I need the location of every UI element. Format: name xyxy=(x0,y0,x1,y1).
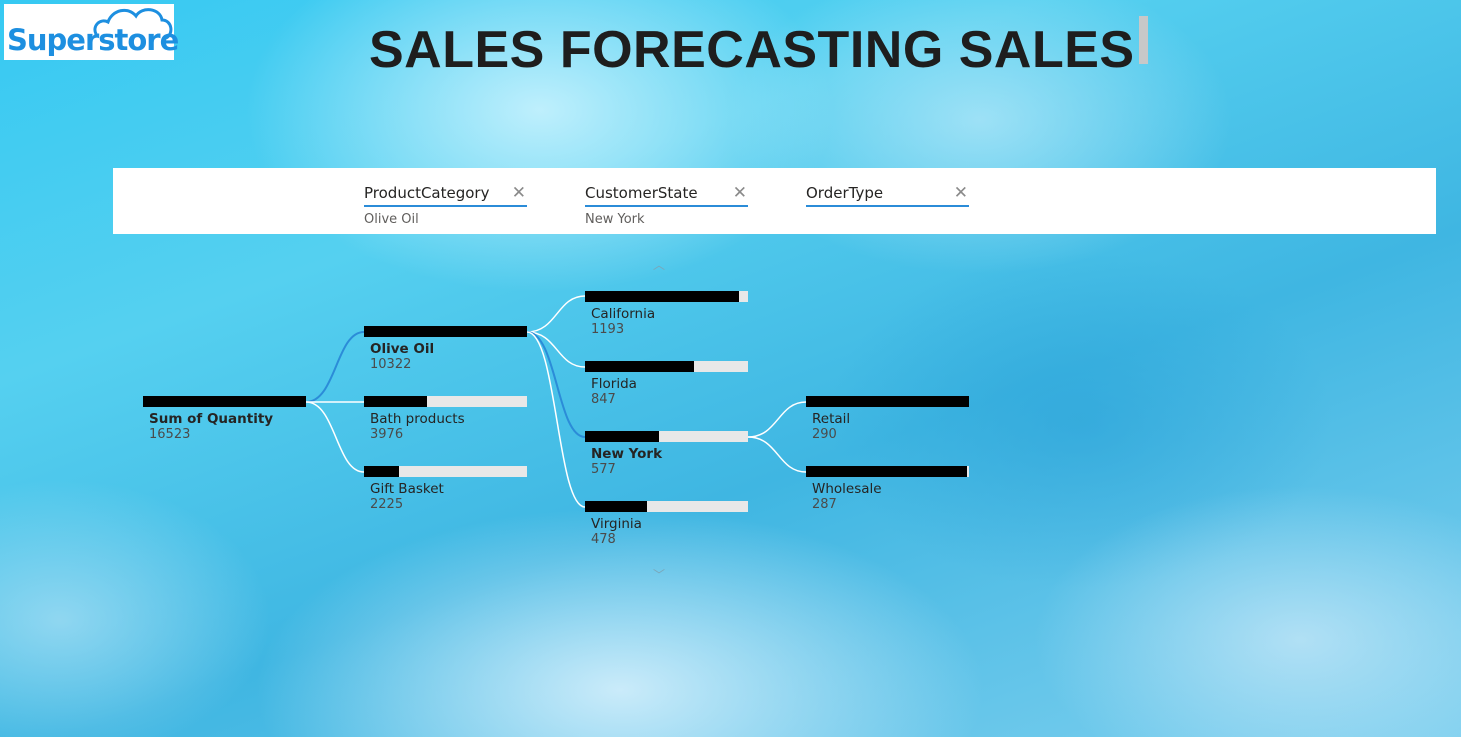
chevron-down-icon[interactable]: ﹀ xyxy=(653,566,665,583)
node-bar-fill xyxy=(364,326,527,337)
node-value: 3976 xyxy=(370,427,404,442)
link-virginia xyxy=(526,331,586,508)
node-bar-fill xyxy=(806,466,968,477)
link-olive-oil xyxy=(305,331,365,403)
node-bar-fill xyxy=(585,361,695,372)
node-value: 847 xyxy=(591,392,616,407)
link-california xyxy=(526,295,586,333)
node-bar-fill xyxy=(585,501,647,512)
node-value: 577 xyxy=(591,462,616,477)
node-label: California xyxy=(591,306,656,322)
node-bar xyxy=(364,396,527,407)
node-bar xyxy=(806,396,969,407)
node-label: Retail xyxy=(812,411,851,427)
node-bar-fill xyxy=(143,396,306,407)
node-bar xyxy=(143,396,306,407)
node-value: 1193 xyxy=(591,322,625,337)
node-label: Virginia xyxy=(591,516,642,532)
node-bar xyxy=(806,466,969,477)
node-bar-fill xyxy=(364,396,427,407)
node-label: Sum of Quantity xyxy=(149,411,274,427)
link-retail xyxy=(747,401,807,438)
node-bar xyxy=(585,431,748,442)
node-label: Olive Oil xyxy=(370,341,435,357)
node-value: 287 xyxy=(812,497,837,512)
node-label: New York xyxy=(591,446,663,462)
node-bar xyxy=(585,361,748,372)
node-label: Gift Basket xyxy=(370,481,444,497)
link-gift-basket xyxy=(305,401,365,473)
node-bar xyxy=(364,466,527,477)
node-bar-fill xyxy=(585,291,740,302)
node-bar-fill xyxy=(806,396,969,407)
node-bar-fill xyxy=(364,466,400,477)
node-value: 16523 xyxy=(149,427,191,442)
link-wholesale xyxy=(747,436,807,473)
node-bar xyxy=(364,326,527,337)
node-value: 478 xyxy=(591,532,616,547)
node-label: Bath products xyxy=(370,411,465,427)
node-value: 10322 xyxy=(370,357,412,372)
node-label: Florida xyxy=(591,376,637,392)
node-bar xyxy=(585,291,748,302)
node-bar xyxy=(585,501,748,512)
node-bar-fill xyxy=(585,431,660,442)
node-label: Wholesale xyxy=(812,481,882,497)
node-value: 2225 xyxy=(370,497,404,512)
chevron-up-icon[interactable]: ︿ xyxy=(653,256,665,273)
node-value: 290 xyxy=(812,427,837,442)
